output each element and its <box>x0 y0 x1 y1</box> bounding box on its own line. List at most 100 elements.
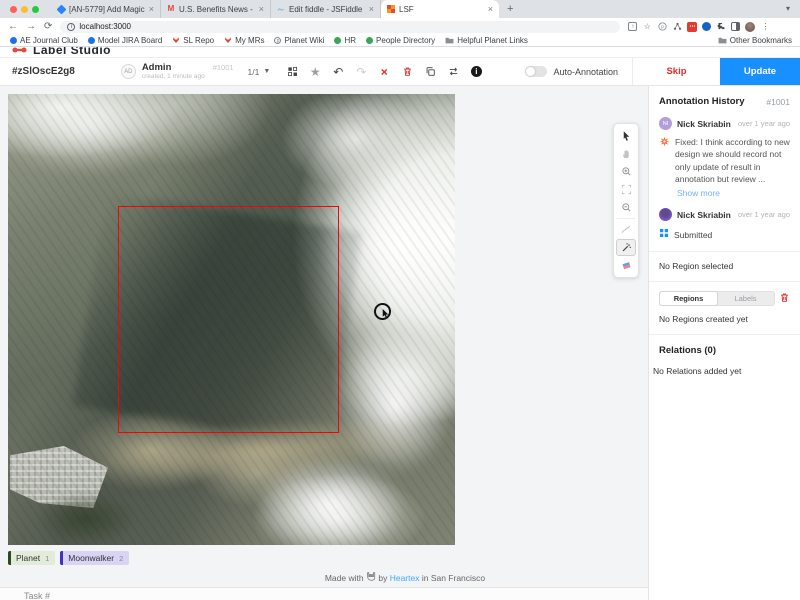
eraser-tool[interactable] <box>616 257 636 274</box>
jsfiddle-icon <box>277 5 285 13</box>
undo-icon[interactable]: ↶ <box>332 66 344 78</box>
redo-icon[interactable]: ↷ <box>355 66 367 78</box>
pan-tool[interactable] <box>616 145 636 162</box>
bookmark-ae-journal-club[interactable]: AE Journal Club <box>10 36 78 45</box>
label-chips: Planet 1 Moonwalker 2 <box>8 551 129 565</box>
magic-wand-tool[interactable] <box>616 239 636 256</box>
zoom-out-tool[interactable] <box>616 199 636 216</box>
label-studio-icon <box>387 5 395 13</box>
submitted-icon <box>659 228 669 241</box>
user-name: Admin <box>142 63 205 73</box>
blue-dot-icon <box>10 37 17 44</box>
annotation-canvas: Planet 1 Moonwalker 2 Made with by Heart… <box>0 86 648 587</box>
brush-cursor-circle[interactable] <box>374 303 391 320</box>
annotation-id: #1001 <box>213 63 234 72</box>
gmail-icon: M <box>167 5 175 13</box>
fit-screen-tool[interactable] <box>616 181 636 198</box>
delete-icon[interactable] <box>401 66 413 78</box>
annotation-header: #zSlOscE2g8 AD Admin created, 1 minute a… <box>0 57 800 86</box>
task-number-label: Task # <box>24 591 50 600</box>
auto-annotation-toggle[interactable] <box>525 66 547 77</box>
browser-tab-jira[interactable]: [AN-5779] Add Magic Wand fu... × <box>51 0 161 18</box>
close-tab-icon[interactable]: × <box>259 5 264 14</box>
zoom-window-icon[interactable] <box>32 6 39 13</box>
minimize-window-icon[interactable] <box>21 6 28 13</box>
bookmark-helpful-planet-links[interactable]: Helpful Planet Links <box>445 36 528 46</box>
copy-icon[interactable] <box>424 66 436 78</box>
bookmark-people-directory[interactable]: People Directory <box>366 36 435 45</box>
extensions-puzzle-icon[interactable] <box>716 22 726 32</box>
profile-avatar[interactable] <box>745 22 755 32</box>
label-color-bar <box>8 551 11 565</box>
bounding-box-region[interactable] <box>118 206 339 433</box>
menu-dots-icon[interactable]: ⋮ <box>760 22 770 32</box>
move-tool[interactable] <box>616 127 636 144</box>
tab-regions[interactable]: Regions <box>659 291 718 306</box>
close-tab-icon[interactable]: × <box>369 5 374 14</box>
close-window-icon[interactable] <box>10 6 17 13</box>
extension-blue-icon[interactable] <box>702 22 711 31</box>
heartex-link[interactable]: Heartex <box>390 573 420 583</box>
chevron-down-icon[interactable]: ▼ <box>263 68 270 75</box>
divider <box>617 218 635 219</box>
gitlab-icon <box>224 36 232 46</box>
browser-tab-strip: [AN-5779] Add Magic Wand fu... × M U.S. … <box>0 0 800 18</box>
share-icon[interactable]: ↑ <box>628 22 637 31</box>
user-avatar: AD <box>121 64 136 79</box>
extension-red-icon[interactable]: ⋯ <box>687 22 697 32</box>
address-bar[interactable]: i localhost:3000 <box>60 21 620 33</box>
sign-of-horns-icon <box>366 573 378 583</box>
avatar: NI <box>659 117 672 130</box>
window-controls[interactable] <box>10 6 39 13</box>
info-icon[interactable]: i <box>470 66 482 78</box>
bookmark-model-jira-board[interactable]: Model JIRA Board <box>88 36 162 45</box>
brush-tool[interactable] <box>616 221 636 238</box>
reload-icon[interactable]: ⟳ <box>44 21 52 32</box>
tab-labels[interactable]: Labels <box>717 292 774 305</box>
task-bar: Task # <box>0 587 648 600</box>
history-status: Submitted <box>659 228 790 241</box>
browser-tab-gmail[interactable]: M U.S. Benefits News - Open En... × <box>161 0 271 18</box>
no-regions-text: No Regions created yet <box>659 314 790 324</box>
tab-search-chevron-icon[interactable]: ▾ <box>786 4 790 13</box>
history-entry[interactable]: NI Nick Skriabin over 1 year ago <box>659 117 790 130</box>
label-chip-moonwalker[interactable]: Moonwalker 2 <box>60 551 129 565</box>
extension-p-icon[interactable]: p <box>657 22 667 32</box>
other-bookmarks[interactable]: Other Bookmarks <box>718 36 792 46</box>
bookmark-hr[interactable]: HR <box>334 36 356 45</box>
settings-transfer-icon[interactable] <box>447 66 459 78</box>
site-info-icon[interactable]: i <box>67 23 75 31</box>
new-tab-button[interactable]: + <box>507 3 513 15</box>
browser-tab-jsfiddle[interactable]: Edit fiddle - JSFiddle - Code P... × <box>271 0 381 18</box>
label-color-bar <box>60 551 63 565</box>
history-entry[interactable]: Nick Skriabin over 1 year ago <box>659 208 790 221</box>
task-ref: #zSlOscE2g8 <box>12 66 75 77</box>
show-more-link[interactable]: Show more <box>677 188 800 198</box>
label-chip-planet[interactable]: Planet 1 <box>8 551 55 565</box>
extension-share-tree-icon[interactable] <box>672 22 682 32</box>
browser-toolbar: ← → ⟳ i localhost:3000 ↑ ☆ p ⋯ ⋮ <box>0 18 800 35</box>
segmented-control: Regions Labels <box>659 291 775 306</box>
bookmark-star-icon[interactable]: ☆ <box>642 22 652 32</box>
zoom-in-tool[interactable] <box>616 163 636 180</box>
tool-palette <box>613 123 639 278</box>
satellite-image[interactable] <box>8 94 455 545</box>
star-icon[interactable]: ★ <box>309 66 321 78</box>
bookmark-sl-repo[interactable]: SL Repo <box>172 36 214 46</box>
forward-icon[interactable]: → <box>26 21 36 32</box>
grid-view-icon[interactable] <box>286 66 298 78</box>
delete-regions-icon[interactable] <box>779 292 790 306</box>
skip-button[interactable]: Skip <box>632 58 720 85</box>
bookmark-my-mrs[interactable]: My MRs <box>224 36 264 46</box>
back-icon[interactable]: ← <box>8 21 18 32</box>
update-button[interactable]: Update <box>720 58 800 85</box>
reject-icon[interactable]: × <box>378 66 390 78</box>
close-tab-icon[interactable]: × <box>149 5 154 14</box>
location-text: in San Francisco <box>422 573 485 583</box>
side-panel-icon[interactable] <box>731 22 740 31</box>
browser-tab-lsf-active[interactable]: LSF × <box>381 0 499 18</box>
fixed-star-icon <box>659 136 670 185</box>
bookmark-planet-wiki[interactable]: p Planet Wiki <box>274 36 324 45</box>
no-region-selected-text: No Region selected <box>659 261 790 271</box>
close-tab-icon[interactable]: × <box>488 5 493 14</box>
